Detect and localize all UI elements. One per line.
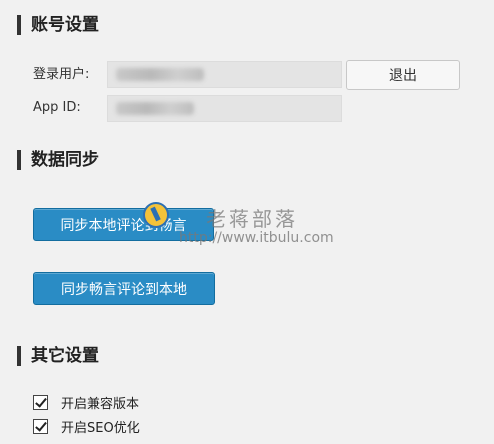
other-settings-heading: 其它设置 <box>17 346 99 366</box>
app-id-label: App ID: <box>33 100 81 115</box>
app-id-field <box>107 95 342 122</box>
sync-local-to-changyan-button[interactable]: 同步本地评论到畅言 <box>33 208 214 241</box>
checkmark-icon <box>35 395 47 408</box>
compat-version-label: 开启兼容版本 <box>61 397 140 412</box>
data-sync-heading: 数据同步 <box>17 150 99 170</box>
login-user-label: 登录用户: <box>33 67 90 82</box>
account-settings-heading: 账号设置 <box>17 15 99 35</box>
login-user-field <box>107 61 342 88</box>
checkmark-icon <box>35 419 47 432</box>
app-id-value-redacted <box>116 102 194 115</box>
watermark-title: 老蒋部落 <box>206 207 298 231</box>
compat-version-option[interactable]: 开启兼容版本 <box>33 393 139 412</box>
seo-option[interactable]: 开启SEO优化 <box>33 417 140 436</box>
compat-version-checkbox[interactable] <box>33 395 48 410</box>
seo-label: 开启SEO优化 <box>61 421 140 436</box>
logout-button[interactable]: 退出 <box>346 60 460 90</box>
login-user-value-redacted <box>116 68 204 81</box>
sync-changyan-to-local-button[interactable]: 同步畅言评论到本地 <box>33 272 215 305</box>
seo-checkbox[interactable] <box>33 419 48 434</box>
